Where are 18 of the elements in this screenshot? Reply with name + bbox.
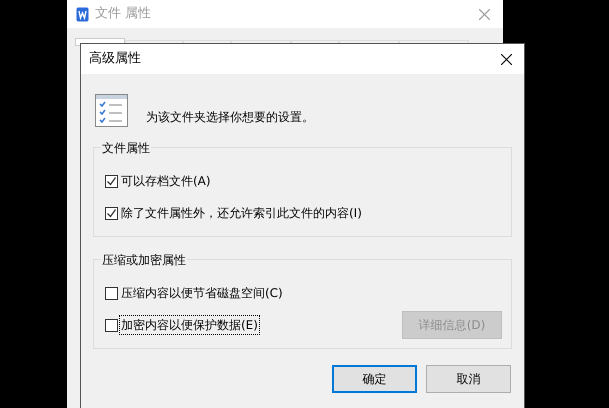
checkbox-label[interactable]: 加密内容以便保护数据(E) [120,316,259,334]
checklist-icon [95,94,128,127]
checkbox-label[interactable]: 除了文件属性外，还允许索引此文件的内容(I) [120,204,363,222]
dialog-title: 高级属性 [89,50,141,68]
group-title: 文件属性 [101,139,151,157]
ok-button[interactable]: 确定 [332,365,417,393]
checkbox-label[interactable]: 可以存档文件(A) [120,172,212,190]
close-icon[interactable] [501,54,512,64]
instruction-text: 为该文件夹选择你想要的设置。 [146,108,314,126]
checkbox-label[interactable]: 压缩内容以便节省磁盘空间(C) [120,284,284,302]
checkbox[interactable] [105,286,118,300]
checkbox[interactable] [105,206,118,220]
window-title: 文件 属性 [95,5,152,24]
checkbox[interactable] [105,318,118,332]
document-icon [76,6,89,22]
checkbox[interactable] [105,174,118,188]
cancel-button[interactable]: 取消 [426,365,511,393]
group-title: 压缩或加密属性 [101,251,187,269]
